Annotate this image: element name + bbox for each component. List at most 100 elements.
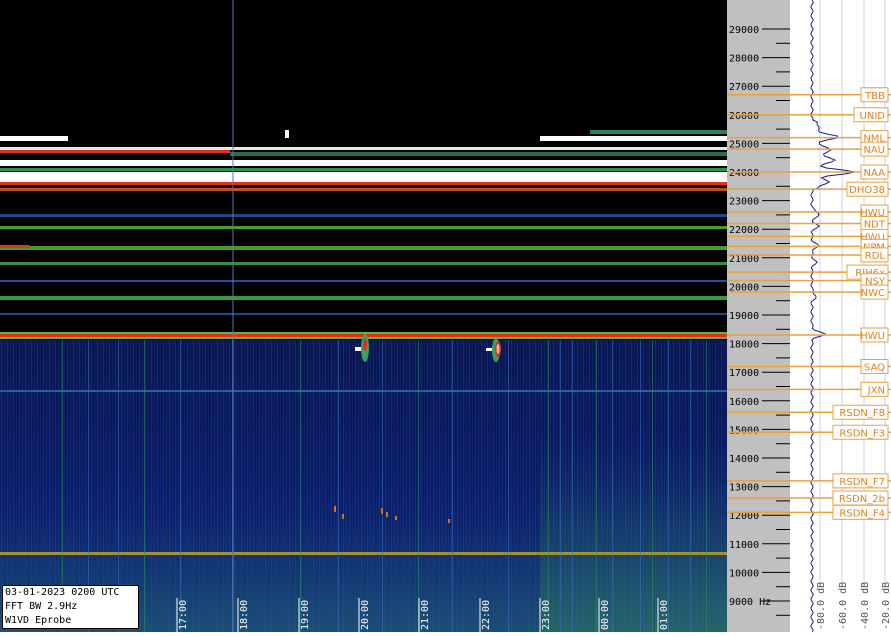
vertical-streak	[612, 340, 613, 632]
time-label: 18:00	[239, 600, 250, 630]
station-label: NWC	[861, 288, 885, 299]
signal-blip	[285, 130, 289, 138]
station-label: NAU	[863, 145, 885, 156]
signal-band	[0, 552, 727, 555]
db-label: -80.0 dB	[816, 582, 827, 630]
signal-band	[0, 226, 727, 229]
db-label: -40.0 dB	[860, 582, 871, 630]
time-tick: 01:00	[657, 598, 670, 632]
signal-band	[0, 136, 68, 141]
signal-band	[0, 150, 230, 153]
signal-band	[590, 130, 727, 134]
signal-burst	[486, 348, 492, 351]
vertical-streak	[452, 340, 453, 632]
vertical-streak	[640, 340, 641, 632]
station-text: W1VD Eprobe	[5, 615, 72, 626]
freq-label: 29000	[729, 25, 759, 36]
vertical-streak	[572, 340, 573, 632]
vertical-streak	[144, 340, 145, 632]
signal-band	[0, 313, 727, 315]
date-text: 03-01-2023 0200 UTC	[5, 587, 120, 598]
vertical-streak	[668, 340, 669, 632]
signal-band	[0, 172, 727, 182]
signal-band	[0, 245, 30, 248]
signal-band	[0, 160, 727, 166]
time-tick: 22:00	[479, 598, 492, 632]
freq-label: 26000	[729, 111, 759, 122]
station-label: SAQ	[864, 362, 885, 373]
fft-text: FFT BW 2.9Hz	[5, 601, 78, 612]
signal-band	[230, 152, 727, 156]
spectrogram-window: 17:00 18:00 19:00 20:00 21:00 22:00 23:00 00:00…	[0, 0, 891, 633]
waterfall-plot[interactable]: 17:00 18:00 19:00 20:00 21:00 22:00 23:00 00:00…	[0, 0, 727, 632]
freq-label: 22000	[729, 225, 759, 236]
time-label: 19:00	[300, 600, 311, 630]
freq-label: 10000	[729, 568, 759, 579]
vertical-streak	[560, 340, 561, 632]
station-label: DHO38	[849, 185, 885, 196]
signal-band	[0, 168, 727, 171]
freq-label: 9000 Hz	[729, 597, 771, 608]
signal-band	[0, 390, 727, 392]
freq-label: 14000	[729, 454, 759, 465]
signal-band	[540, 136, 727, 141]
vertical-streak	[690, 340, 691, 632]
time-label: 01:00	[659, 600, 670, 630]
station-label: RSDN_F7	[839, 477, 885, 488]
freq-label: 27000	[729, 82, 759, 93]
signal-band	[0, 296, 727, 300]
db-label: -20.0 dB	[881, 582, 891, 630]
signal-band	[0, 280, 727, 282]
vertical-streak	[706, 340, 707, 632]
station-label: NAA	[864, 168, 886, 179]
vertical-streak	[418, 340, 419, 632]
freq-label: 28000	[729, 54, 759, 65]
signal-band	[0, 246, 727, 250]
station-label: RDL	[865, 251, 886, 262]
station-label: UNID	[860, 111, 886, 122]
time-label: 22:00	[481, 600, 492, 630]
info-box: 03-01-2023 0200 UTC FFT BW 2.9Hz W1VD Ep…	[2, 585, 139, 629]
vertical-streak	[596, 340, 597, 632]
signal-burst	[496, 344, 500, 354]
time-tick: 18:00	[237, 598, 250, 632]
station-label: RSDN_F3	[839, 428, 885, 439]
vertical-streak	[232, 0, 234, 632]
time-tick: 19:00	[298, 598, 311, 632]
freq-label: 17000	[729, 368, 759, 379]
station-label: JXN	[867, 385, 885, 396]
signal-burst	[355, 347, 361, 351]
freq-label: 11000	[729, 540, 759, 551]
signal-burst	[363, 339, 367, 351]
vertical-streak	[508, 340, 509, 632]
vertical-streak	[180, 340, 181, 632]
station-label: NDT	[864, 219, 886, 230]
station-label: RSDN_2b	[839, 494, 885, 505]
time-label: 20:00	[360, 600, 371, 630]
signal-band	[0, 214, 727, 217]
freq-label: 15000	[729, 425, 759, 436]
station-label: TBB	[864, 91, 885, 102]
time-label: 23:00	[541, 600, 552, 630]
time-tick: 23:00	[539, 598, 552, 632]
vertical-streak	[382, 340, 383, 632]
vertical-streak	[652, 340, 653, 632]
freq-label: 13000	[729, 483, 759, 494]
time-label: 17:00	[178, 600, 189, 630]
time-tick: 00:00	[598, 598, 611, 632]
signal-band	[0, 182, 727, 185]
freq-label: 16000	[729, 397, 759, 408]
freq-label: 23000	[729, 197, 759, 208]
signal-band	[0, 147, 727, 150]
vertical-streak	[300, 340, 301, 632]
vertical-streak	[338, 340, 339, 632]
time-label: 21:00	[420, 600, 431, 630]
vertical-streak	[548, 340, 549, 632]
station-label: HWU	[860, 331, 885, 342]
time-tick: 17:00	[176, 598, 189, 632]
signal-band	[0, 188, 727, 191]
freq-label: 19000	[729, 311, 759, 322]
time-label: 00:00	[600, 600, 611, 630]
db-label: -60.0 dB	[838, 582, 849, 630]
spectrogram-display: 17:00 18:00 19:00 20:00 21:00 22:00 23:00 00:00…	[0, 0, 891, 633]
